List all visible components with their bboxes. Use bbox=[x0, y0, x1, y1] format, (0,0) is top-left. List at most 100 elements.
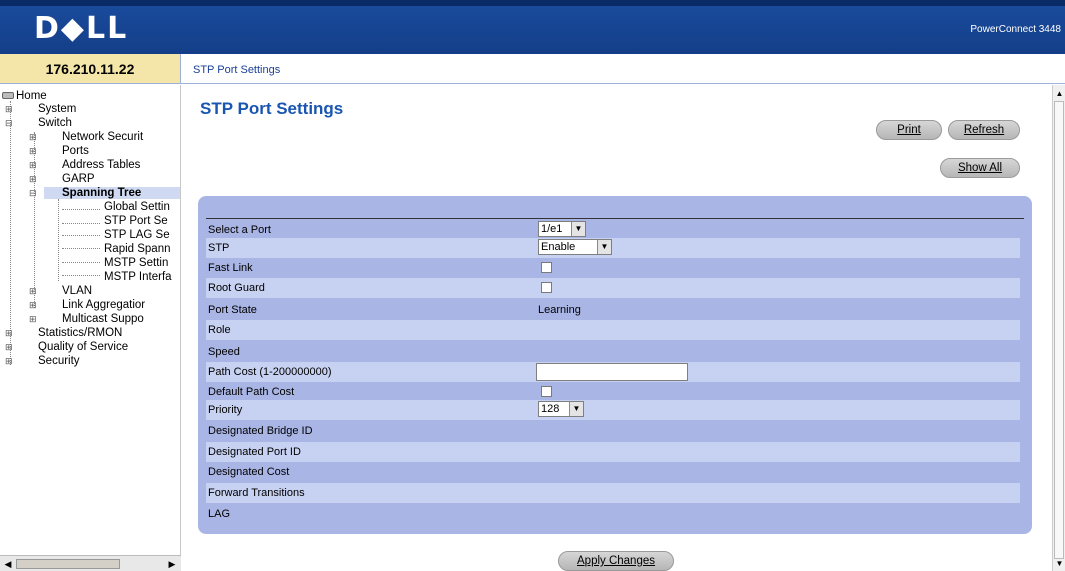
form-row-path-cost: Path Cost (1-200000000) bbox=[206, 362, 1020, 382]
expand-icon[interactable]: ⊞ bbox=[29, 131, 37, 143]
form-row-designated-cost: Designated Cost bbox=[206, 462, 1020, 482]
tree-item-address-tables[interactable]: Address Tables bbox=[62, 159, 140, 171]
root-guard-label: Root Guard bbox=[208, 282, 265, 294]
root-guard-checkbox[interactable] bbox=[541, 282, 552, 293]
dell-logo: D◆LL bbox=[34, 11, 129, 46]
header-top-line bbox=[0, 0, 1065, 6]
scroll-down-icon[interactable]: ▼ bbox=[1055, 559, 1064, 569]
refresh-button[interactable]: Refresh bbox=[948, 120, 1020, 140]
port-state-value: Learning bbox=[538, 304, 581, 316]
tree-item-mstp-settings[interactable]: MSTP Settin bbox=[104, 257, 168, 269]
tree-item-security[interactable]: Security bbox=[38, 355, 80, 367]
stp-label: STP bbox=[208, 242, 230, 254]
tree-guide-line bbox=[62, 235, 100, 236]
form-row-default-path-cost: Default Path Cost bbox=[206, 382, 1020, 402]
tree-guide-line bbox=[10, 101, 11, 365]
tree-item-stp-port-settings[interactable]: STP Port Se bbox=[104, 215, 168, 227]
form-row-role: Role bbox=[206, 320, 1020, 340]
default-path-cost-label: Default Path Cost bbox=[208, 386, 295, 398]
form-row-speed: Speed bbox=[206, 342, 1020, 362]
tree-item-garp[interactable]: GARP bbox=[62, 173, 95, 185]
forward-transitions-label: Forward Transitions bbox=[208, 487, 305, 499]
expand-icon[interactable]: ⊞ bbox=[29, 285, 37, 297]
scrollbar-thumb[interactable] bbox=[16, 559, 120, 569]
form-row-port-state: Port State Learning bbox=[206, 300, 1020, 320]
chevron-down-icon: ▼ bbox=[569, 402, 583, 416]
lag-label: LAG bbox=[208, 508, 231, 520]
tree-item-ports[interactable]: Ports bbox=[62, 145, 89, 157]
select-port-value: 1/e1 bbox=[541, 223, 563, 235]
tree-guide-line bbox=[62, 223, 100, 224]
print-button[interactable]: Print bbox=[876, 120, 942, 140]
tree-guide-line bbox=[62, 262, 100, 263]
collapse-icon[interactable]: ⊟ bbox=[29, 187, 37, 199]
expand-icon[interactable]: ⊞ bbox=[5, 327, 13, 339]
tree-item-switch[interactable]: Switch bbox=[38, 117, 72, 129]
form-row-lag: LAG bbox=[206, 504, 1020, 524]
expand-icon[interactable]: ⊞ bbox=[29, 145, 37, 157]
tree-item-multicast-support[interactable]: Multicast Suppo bbox=[62, 313, 144, 325]
product-name: PowerConnect 3448 bbox=[970, 24, 1061, 35]
tree-guide-line bbox=[62, 248, 100, 249]
device-ip-address: 176.210.11.22 bbox=[0, 54, 181, 84]
path-cost-label: Path Cost (1-200000000) bbox=[208, 366, 332, 378]
tree-item-home[interactable]: Home bbox=[2, 90, 47, 102]
tree-horizontal-scrollbar[interactable]: ◀ ▶ bbox=[0, 555, 181, 571]
expand-icon[interactable]: ⊞ bbox=[29, 173, 37, 185]
form-row-designated-bridge-id: Designated Bridge ID bbox=[206, 421, 1020, 441]
scroll-left-icon[interactable]: ◀ bbox=[2, 558, 14, 570]
expand-icon[interactable]: ⊞ bbox=[29, 299, 37, 311]
tree-item-link-aggregation[interactable]: Link Aggregatior bbox=[62, 299, 145, 311]
stp-dropdown[interactable]: Enable ▼ bbox=[538, 239, 612, 255]
tree-item-vlan[interactable]: VLAN bbox=[62, 285, 92, 297]
show-all-button[interactable]: Show All bbox=[940, 158, 1020, 178]
header-bar: D◆LL PowerConnect 3448 bbox=[0, 0, 1065, 54]
tree-item-system[interactable]: System bbox=[38, 103, 76, 115]
tree-item-label: Home bbox=[16, 90, 47, 102]
tree-guide-line bbox=[62, 209, 100, 210]
drive-icon bbox=[2, 92, 14, 100]
tree-item-mstp-interface[interactable]: MSTP Interfa bbox=[104, 271, 172, 283]
apply-changes-button[interactable]: Apply Changes bbox=[558, 551, 674, 571]
form-row-forward-transitions: Forward Transitions bbox=[206, 483, 1020, 503]
expand-icon[interactable]: ⊞ bbox=[5, 103, 13, 115]
tree-item-network-security[interactable]: Network Securit bbox=[62, 131, 143, 143]
form-row-root-guard: Root Guard bbox=[206, 278, 1020, 298]
stp-value: Enable bbox=[541, 241, 576, 253]
settings-panel: Select a Port 1/e1 ▼ STP Enable ▼ Fast L… bbox=[198, 196, 1032, 534]
form-row-select-port: Select a Port 1/e1 ▼ bbox=[206, 220, 1020, 240]
select-port-label: Select a Port bbox=[208, 224, 271, 236]
tree-item-stp-lag-settings[interactable]: STP LAG Se bbox=[104, 229, 170, 241]
priority-value: 128 bbox=[541, 403, 560, 415]
expand-icon[interactable]: ⊞ bbox=[5, 355, 13, 367]
designated-port-id-label: Designated Port ID bbox=[208, 446, 301, 458]
default-path-cost-checkbox[interactable] bbox=[541, 386, 552, 397]
scroll-right-icon[interactable]: ▶ bbox=[166, 558, 178, 570]
tree-item-quality-of-service[interactable]: Quality of Service bbox=[38, 341, 128, 353]
main-vertical-scrollbar[interactable]: ▲ ▼ bbox=[1052, 85, 1065, 571]
tree-item-spanning-tree[interactable]: Spanning Tree bbox=[62, 187, 141, 199]
priority-dropdown[interactable]: 128 ▼ bbox=[538, 401, 584, 417]
form-row-stp: STP Enable ▼ bbox=[206, 238, 1020, 258]
form-row-designated-port-id: Designated Port ID bbox=[206, 442, 1020, 462]
form-row-priority: Priority 128 ▼ bbox=[206, 400, 1020, 420]
tree-item-global-settings[interactable]: Global Settin bbox=[104, 201, 170, 213]
breadcrumb: STP Port Settings bbox=[193, 64, 281, 76]
select-port-dropdown[interactable]: 1/e1 ▼ bbox=[538, 221, 586, 237]
tree-item-rapid-spanning-tree[interactable]: Rapid Spann bbox=[104, 243, 171, 255]
fast-link-checkbox[interactable] bbox=[541, 262, 552, 273]
navigation-tree: Home ⊞ System ⊟ Switch ⊞ Network Securit… bbox=[0, 85, 181, 555]
expand-icon[interactable]: ⊞ bbox=[5, 341, 13, 353]
path-cost-input[interactable] bbox=[536, 363, 688, 381]
tree-item-statistics-rmon[interactable]: Statistics/RMON bbox=[38, 327, 122, 339]
expand-icon[interactable]: ⊞ bbox=[29, 313, 37, 325]
fast-link-label: Fast Link bbox=[208, 262, 253, 274]
designated-bridge-id-label: Designated Bridge ID bbox=[208, 425, 313, 437]
scroll-up-icon[interactable]: ▲ bbox=[1055, 89, 1064, 99]
chevron-down-icon: ▼ bbox=[571, 222, 585, 236]
collapse-icon[interactable]: ⊟ bbox=[5, 117, 13, 129]
expand-icon[interactable]: ⊞ bbox=[29, 159, 37, 171]
form-row-fast-link: Fast Link bbox=[206, 258, 1020, 278]
scrollbar-thumb[interactable] bbox=[1054, 101, 1064, 559]
page-title: STP Port Settings bbox=[200, 99, 344, 118]
